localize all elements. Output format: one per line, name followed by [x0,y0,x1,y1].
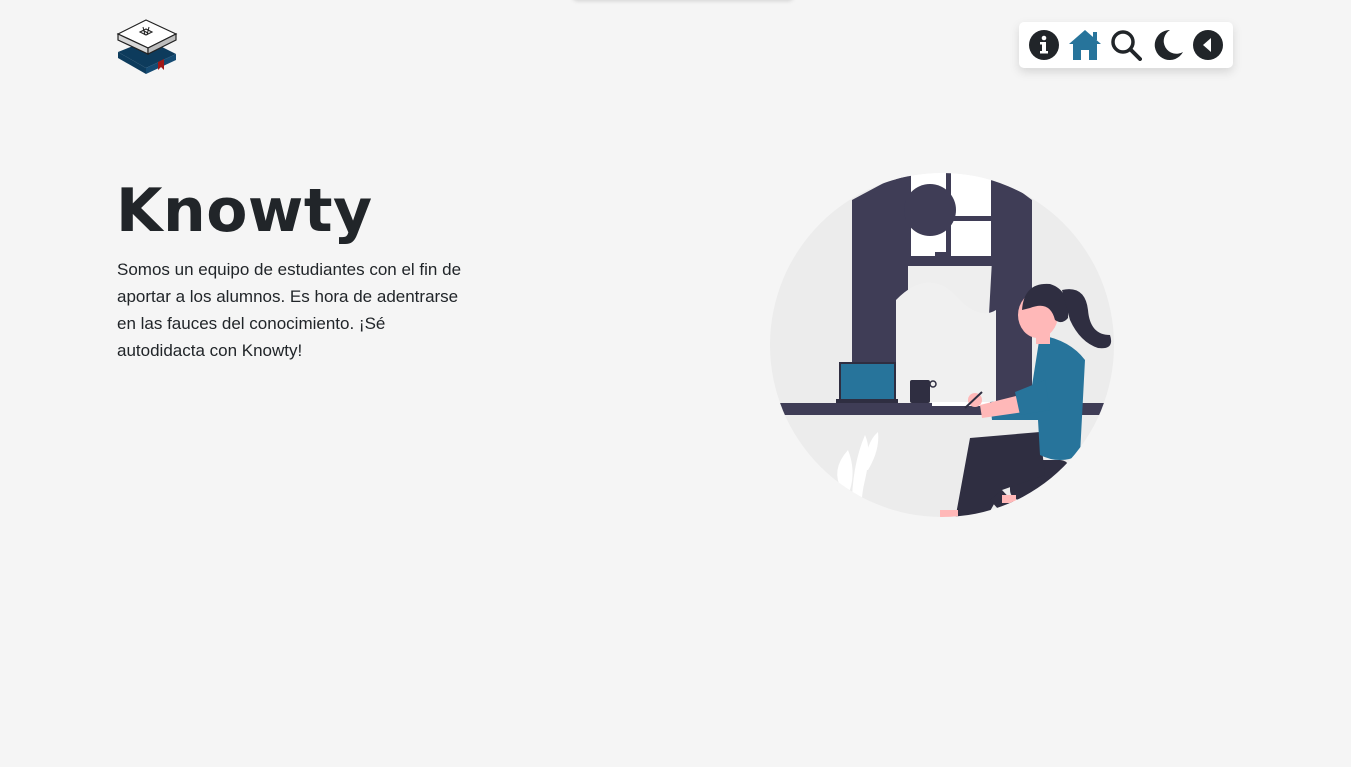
info-icon [1028,30,1059,60]
back-arrow-icon [1193,30,1224,60]
top-navbar [1019,22,1233,68]
dark-mode-toggle[interactable] [1149,27,1185,63]
home-icon [1068,30,1101,60]
hero-illustration [770,170,1120,520]
hero-description: Somos un equipo de estudiantes con el fi… [117,260,462,360]
moon-icon [1154,29,1184,60]
home-button[interactable] [1067,27,1103,63]
back-button[interactable] [1190,27,1226,63]
info-button[interactable] [1026,27,1062,63]
books-logo[interactable] [114,12,180,78]
hero-title: Knowty [116,176,373,246]
search-icon [1111,30,1142,61]
search-button[interactable] [1108,27,1144,63]
page: Knowty Somos un equipo de estudiantes co… [0,0,1351,767]
